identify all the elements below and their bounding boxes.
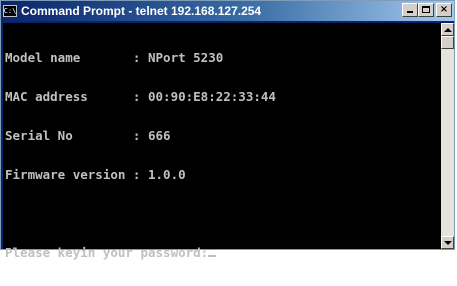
- console-output[interactable]: Model name : NPort 5230 MAC address : 00…: [3, 23, 441, 259]
- close-icon: ×: [439, 4, 449, 15]
- command-prompt-window: C:\ Command Prompt - telnet 192.168.127.…: [0, 0, 455, 259]
- text-cursor: [208, 255, 217, 257]
- console-icon[interactable]: C:\: [3, 5, 17, 17]
- window-title: Command Prompt - telnet 192.168.127.254: [21, 4, 262, 18]
- vertical-scrollbar[interactable]: [441, 23, 454, 249]
- password-prompt-line[interactable]: Please keyin your password:: [5, 246, 441, 259]
- console-line-model: Model name : NPort 5230: [5, 50, 224, 65]
- maximize-button[interactable]: [418, 3, 434, 17]
- maximize-icon: [422, 6, 430, 13]
- scroll-up-button[interactable]: [441, 23, 454, 36]
- arrow-up-icon: [443, 27, 452, 32]
- console-line-mac: MAC address : 00:90:E8:22:33:44: [5, 89, 276, 104]
- minimize-icon: [407, 11, 413, 13]
- password-prompt: Please keyin your password:: [5, 245, 209, 260]
- close-button[interactable]: ×: [436, 3, 452, 17]
- console-line-firmware: Firmware version : 1.0.0: [5, 167, 186, 182]
- scroll-thumb[interactable]: [441, 36, 454, 49]
- title-bar[interactable]: C:\ Command Prompt - telnet 192.168.127.…: [1, 1, 454, 21]
- arrow-down-icon: [443, 240, 452, 245]
- console-line-serial: Serial No : 666: [5, 128, 171, 143]
- window-controls: ×: [402, 3, 452, 17]
- minimize-button[interactable]: [402, 3, 418, 17]
- scroll-down-button[interactable]: [441, 236, 454, 249]
